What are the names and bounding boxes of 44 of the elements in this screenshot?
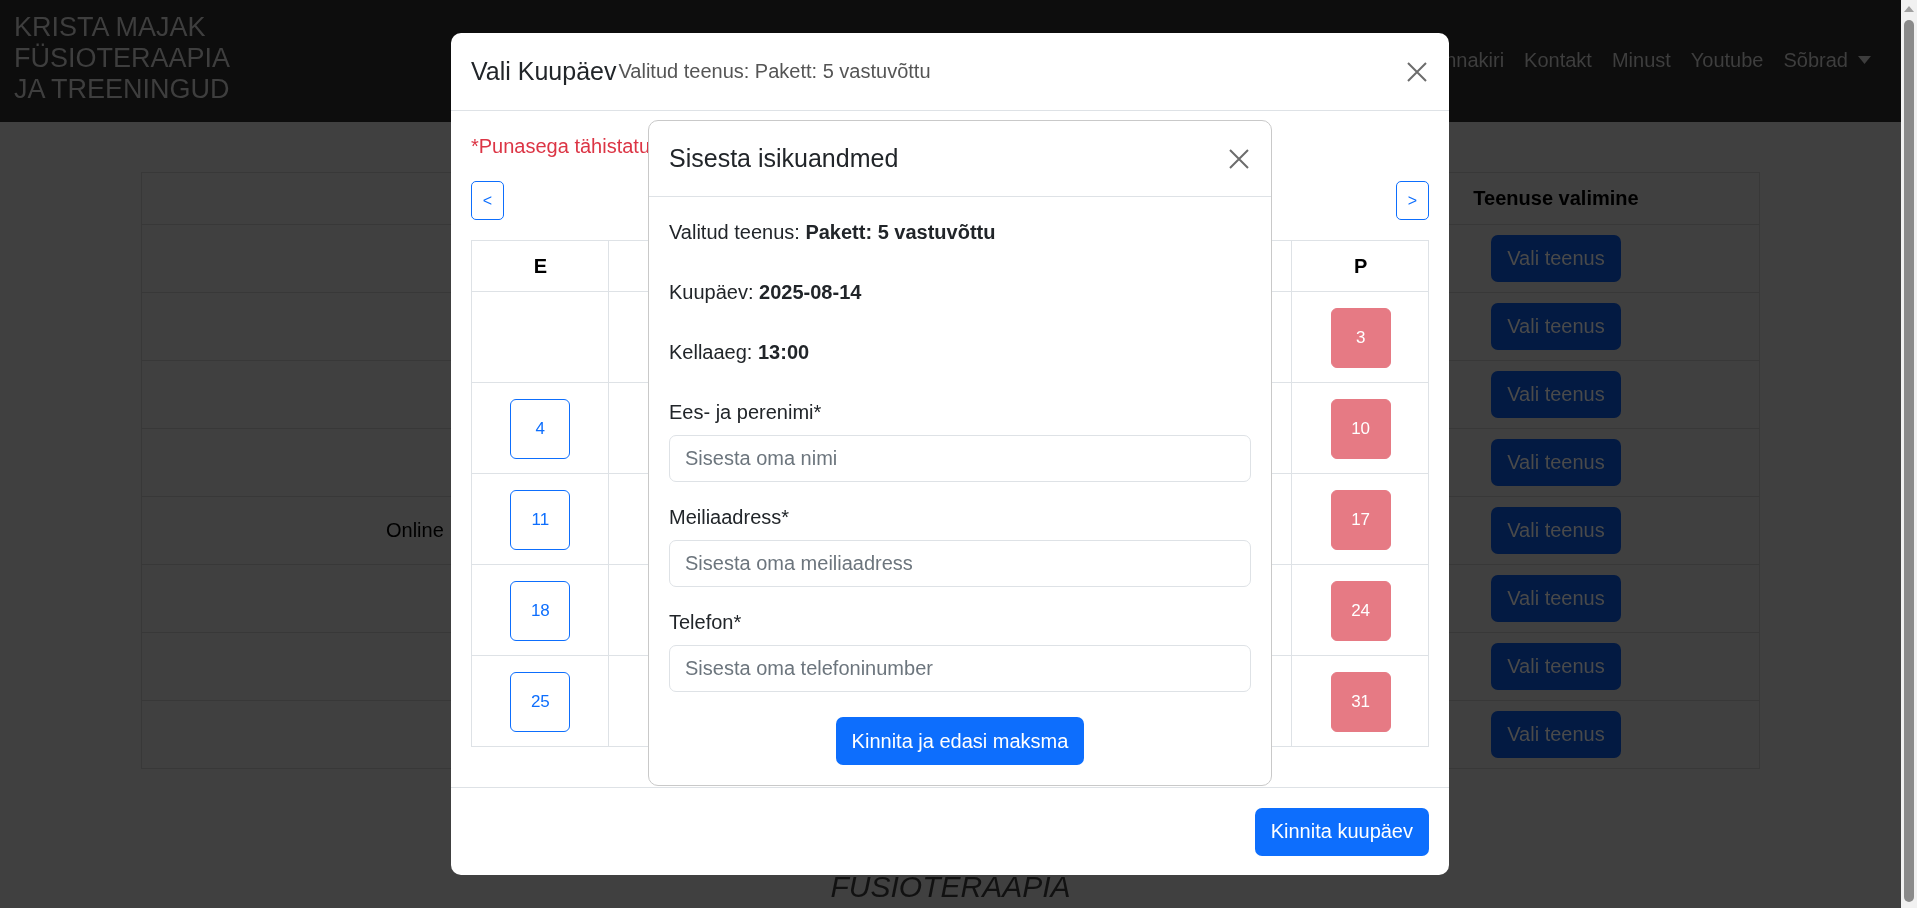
booked-day-button[interactable]: 24 [1330, 580, 1391, 641]
scroll-up-icon[interactable] [1904, 6, 1914, 12]
modal-title: Sisesta isikuandmed [669, 144, 899, 173]
choose-service-button[interactable]: Vali teenus [1491, 439, 1621, 486]
column-header: Teenuse valimine [1473, 187, 1639, 210]
modal-subtitle: Valitud teenus: Pakett: 5 vastuvõttu [618, 60, 931, 83]
scrollbar[interactable] [1901, 0, 1917, 908]
choose-service-button[interactable]: Vali teenus [1491, 507, 1621, 554]
scrollbar-thumb[interactable] [1904, 20, 1914, 902]
weekday-header: E [533, 255, 547, 278]
legend-note: *Punasega tähistatu [471, 134, 651, 159]
input-field[interactable]: Sisesta oma meiliaadress [669, 540, 1251, 587]
summary-text: Valitud teenus: Pakett: 5 vastuvõttu [669, 220, 997, 245]
field-label: Meiliaadress* [669, 505, 790, 530]
booked-day-button[interactable]: 31 [1330, 671, 1391, 732]
choose-service-button[interactable]: Vali teenus [1491, 235, 1621, 282]
summary-text: Kellaaeg: 13:00 [669, 340, 811, 365]
caret-icon [1858, 56, 1871, 64]
submit-button[interactable]: Kinnita ja edasi maksma [835, 717, 1085, 765]
summary-text: Kuupäev: 2025-08-14 [669, 280, 863, 305]
table-cell: Online [386, 519, 444, 542]
booked-day-button[interactable]: 10 [1330, 398, 1391, 459]
booked-day-button[interactable]: 17 [1330, 489, 1391, 550]
weekday-header: P [1353, 255, 1368, 278]
close-icon[interactable] [1407, 61, 1427, 82]
close-icon[interactable] [1229, 148, 1249, 169]
field-label: Telefon* [669, 610, 742, 635]
day-button[interactable]: 18 [510, 580, 571, 641]
input-field[interactable]: Sisesta oma nimi [669, 435, 1251, 482]
confirm-date-button[interactable]: Kinnita kuupäev [1254, 807, 1429, 856]
field-label: Ees- ja perenimi* [669, 400, 822, 425]
choose-service-button[interactable]: Vali teenus [1491, 371, 1621, 418]
day-button[interactable]: 25 [510, 671, 571, 732]
previous-month-button[interactable]: < [471, 181, 504, 220]
day-button[interactable]: 11 [510, 489, 571, 550]
booked-day-button[interactable]: 3 [1330, 307, 1391, 368]
modal-title: Vali Kuupäev [471, 57, 617, 86]
input-field[interactable]: Sisesta oma telefoninumber [669, 645, 1251, 692]
choose-service-button[interactable]: Vali teenus [1491, 711, 1621, 758]
choose-service-button[interactable]: Vali teenus [1491, 303, 1621, 350]
next-month-button[interactable]: > [1396, 181, 1429, 220]
choose-service-button[interactable]: Vali teenus [1491, 643, 1621, 690]
day-button[interactable]: 4 [510, 398, 571, 459]
choose-service-button[interactable]: Vali teenus [1491, 575, 1621, 622]
